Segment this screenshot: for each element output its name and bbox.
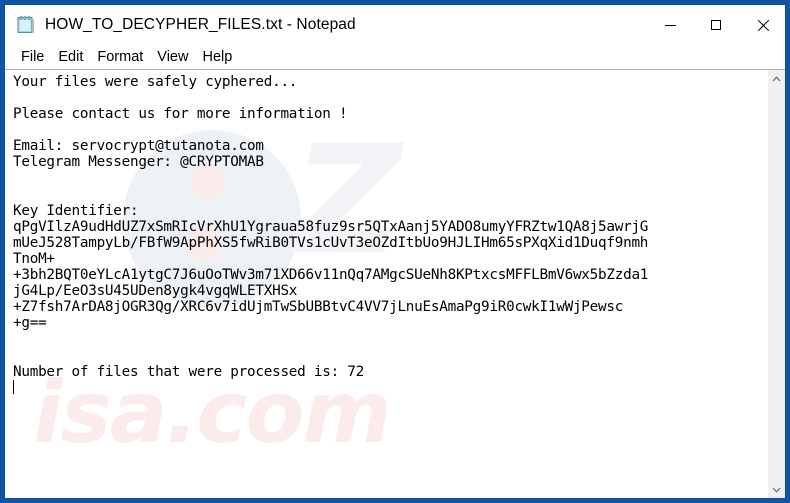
menu-item-view[interactable]: View (150, 47, 195, 67)
maximize-icon (711, 20, 721, 30)
menu-item-file[interactable]: File (14, 47, 51, 67)
close-button[interactable] (739, 5, 785, 45)
notepad-icon (15, 14, 37, 36)
scrollbar-track[interactable] (768, 87, 785, 481)
minimize-button[interactable] (647, 5, 693, 45)
menu-item-format[interactable]: Format (90, 47, 150, 67)
window-title: HOW_TO_DECYPHER_FILES.txt - Notepad (45, 16, 356, 33)
menu-bar: File Edit Format View Help (5, 45, 785, 69)
text-caret (13, 379, 14, 394)
maximize-button[interactable] (693, 5, 739, 45)
document-body: Your files were safely cyphered... Pleas… (13, 74, 649, 380)
scroll-up-button[interactable] (768, 70, 785, 87)
menu-item-help[interactable]: Help (195, 47, 239, 67)
notepad-window: HOW_TO_DECYPHER_FILES.txt - Notepad File… (4, 4, 786, 499)
minimize-icon (664, 24, 676, 26)
scroll-down-button[interactable] (768, 481, 785, 498)
document-text: Your files were safely cyphered... Pleas… (13, 74, 767, 396)
window-controls (647, 5, 785, 45)
title-bar[interactable]: HOW_TO_DECYPHER_FILES.txt - Notepad (5, 5, 785, 45)
text-editor[interactable]: Z isa.com Your files were safely cyphere… (5, 70, 767, 498)
menu-item-edit[interactable]: Edit (51, 47, 90, 67)
notepad-window-frame: HOW_TO_DECYPHER_FILES.txt - Notepad File… (0, 0, 790, 503)
editor-area: Z isa.com Your files were safely cyphere… (5, 69, 785, 498)
close-icon (756, 19, 768, 31)
vertical-scrollbar[interactable] (767, 70, 785, 498)
